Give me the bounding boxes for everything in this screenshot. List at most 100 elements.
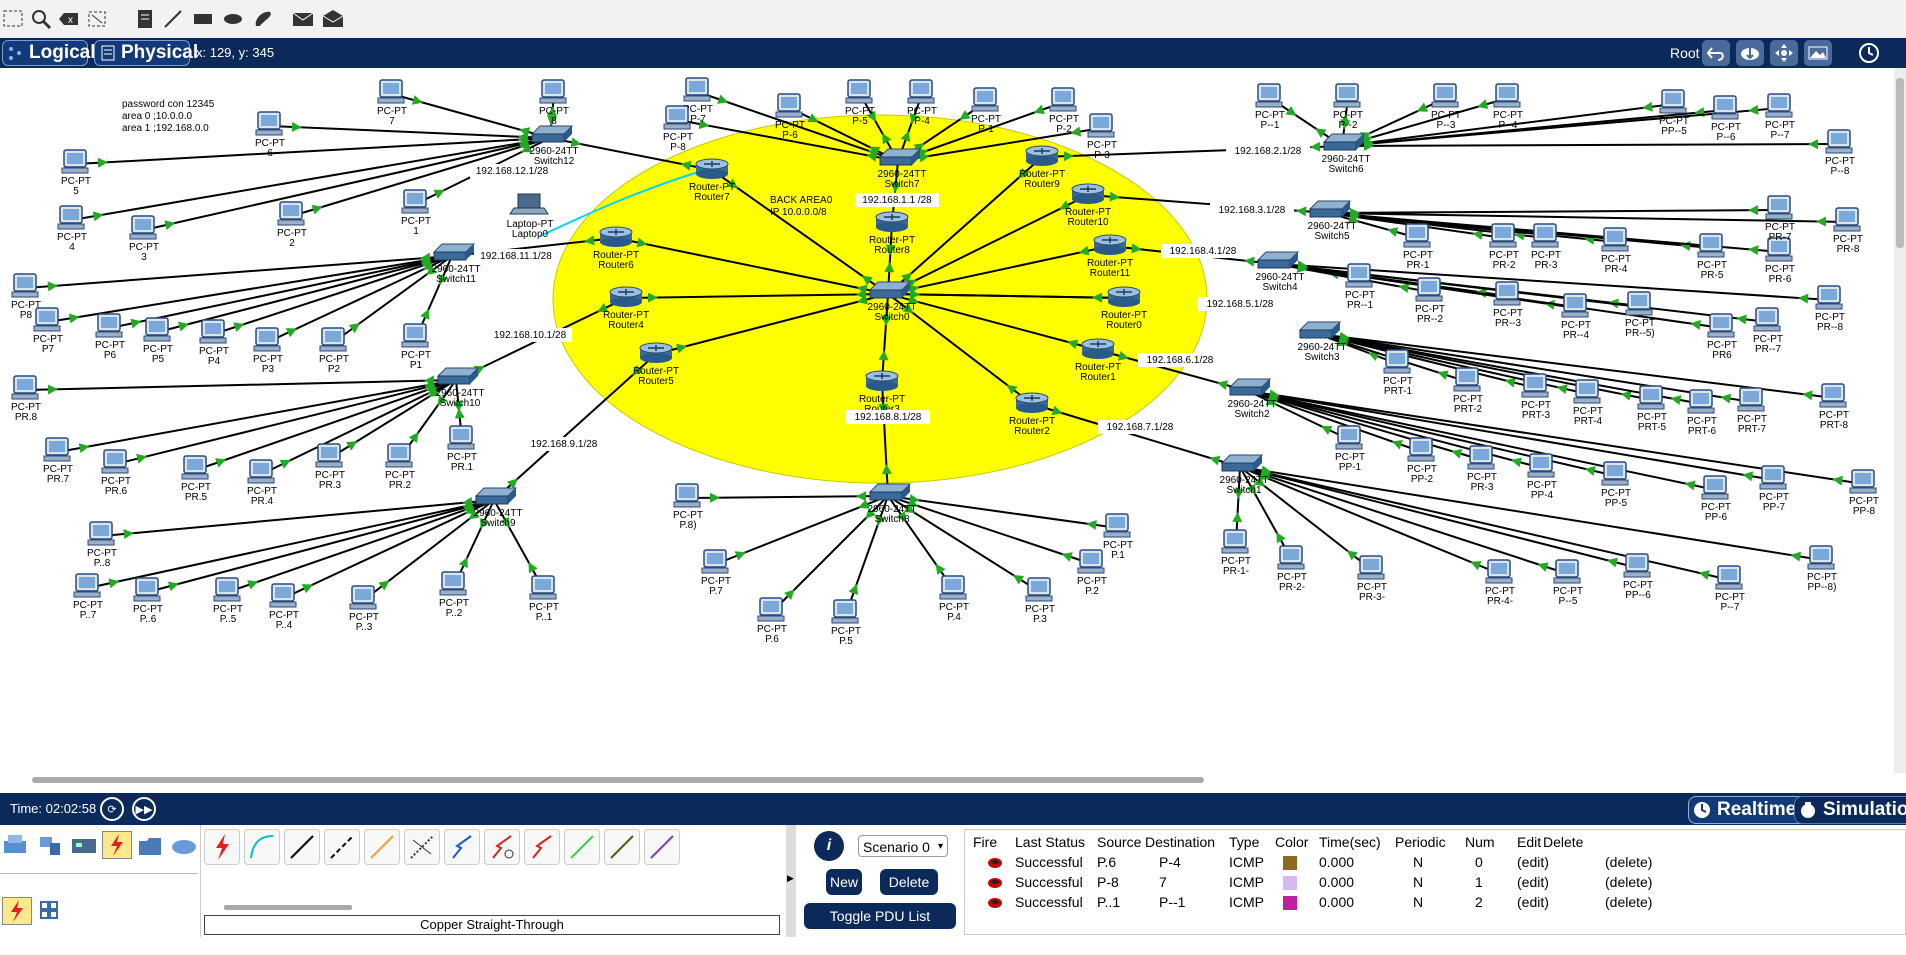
pc-s9-3[interactable]: PC-PTP..6 (133, 577, 163, 625)
pc-s5-7[interactable]: PC-PTPR-7 (1765, 195, 1795, 243)
pc-s2-8[interactable]: PC-PTPP-8 (1849, 469, 1879, 517)
pc-s12-2[interactable]: PC-PT8 (539, 79, 569, 127)
pc-s12-4[interactable]: PC-PT5 (61, 149, 91, 197)
pc-s3-4[interactable]: PC-PTPRT-4 (1573, 379, 1603, 427)
panel-splitter[interactable]: ▶ (786, 825, 796, 937)
pc-s12-8[interactable]: PC-PT1 (401, 189, 431, 237)
pc-s6-8[interactable]: PC-PTP--8 (1825, 129, 1855, 177)
pc-s9-8[interactable]: PC-PTP..1 (529, 575, 559, 623)
pc-s11-8[interactable]: PC-PTP1 (401, 323, 431, 371)
delete-scenario-button[interactable]: Delete (880, 869, 938, 895)
pc-s6-5[interactable]: PC-PTPP--5 (1659, 89, 1689, 137)
pc-s8-7[interactable]: PC-PTP.2 (1077, 549, 1107, 597)
pc-s2-4[interactable]: PC-PTPP-4 (1527, 453, 1557, 501)
fire-pdu-icon[interactable] (987, 856, 1003, 872)
pc-s6-6[interactable]: PC-PTP--6 (1711, 95, 1741, 143)
phone-cable-icon[interactable] (404, 829, 440, 865)
pc-s1-2[interactable]: PC-PTPR-2- (1277, 545, 1307, 593)
pc-s4-8[interactable]: PC-PTPR--8 (1815, 285, 1845, 333)
switch-switch5[interactable]: 2960-24TTSwitch5 (1308, 200, 1357, 242)
switch-switch2[interactable]: 2960-24TTSwitch2 (1228, 378, 1277, 420)
pc-s10-6[interactable]: PC-PTPR.3 (315, 443, 345, 491)
pc-s10-5[interactable]: PC-PTPR.4 (247, 459, 277, 507)
pc-s1-3[interactable]: PC-PTPR-3- (1357, 555, 1387, 603)
pc-s2-2[interactable]: PC-PTPP-2 (1407, 437, 1437, 485)
network-link[interactable] (1327, 209, 1781, 214)
octal-cable-icon[interactable] (564, 829, 600, 865)
cluster-icon[interactable] (1736, 40, 1764, 66)
pc-s5-5[interactable]: PC-PTPR-5 (1697, 233, 1727, 281)
add-simple-pdu-icon[interactable] (290, 6, 316, 32)
pc-s7-7[interactable]: PC-PTP-2 (1049, 87, 1079, 135)
network-link[interactable] (25, 379, 457, 391)
pc-s8-2[interactable]: PC-PTP.7 (701, 549, 731, 597)
pdu-cell-edit[interactable]: (edit) (1517, 874, 1549, 890)
pc-s10-4[interactable]: PC-PTPR.5 (181, 455, 211, 503)
network-link[interactable] (887, 495, 1093, 565)
select-icon[interactable] (0, 6, 26, 32)
pdu-cell-delete[interactable]: (delete) (1605, 874, 1652, 890)
pc-s5-8[interactable]: PC-PTPR-8 (1833, 207, 1863, 255)
iot-custom-cable-icon[interactable] (604, 829, 640, 865)
pc-s5-6[interactable]: PC-PTPR-6 (1765, 237, 1795, 285)
switch-switch8[interactable]: 2960-24TTSwitch8 (868, 483, 917, 525)
pc-s4-2[interactable]: PC-PTPR--2 (1415, 277, 1445, 325)
pc-s3-7[interactable]: PC-PTPRT-7 (1737, 387, 1767, 435)
pc-s2-7[interactable]: PC-PTPP-7 (1759, 465, 1789, 513)
pc-s3-3[interactable]: PC-PTPRT-3 (1521, 373, 1551, 421)
pc-s4-3[interactable]: PC-PTPR--3 (1493, 281, 1523, 329)
tab-physical[interactable]: Physical (94, 40, 198, 66)
coaxial-cable-icon[interactable] (444, 829, 480, 865)
tab-logical[interactable]: Logical (2, 40, 96, 66)
pc-s8-8[interactable]: PC-PTP.1 (1103, 513, 1133, 561)
pc-s2-1[interactable]: PC-PTPP-1 (1335, 425, 1365, 473)
logical-workspace[interactable]: PC-PT 7 PC-PT 8 PC-PT 6 PC-PT 5 PC-PT 4 PC-PT 3 PC-P… (0, 68, 1906, 773)
pc-s4-7[interactable]: PC-PTPR--7 (1753, 307, 1783, 355)
pc-s12-5[interactable]: PC-PT4 (57, 205, 87, 253)
usb-cable-icon[interactable] (644, 829, 680, 865)
pc-s12-7[interactable]: PC-PT2 (277, 201, 307, 249)
pc-s11-2[interactable]: PC-PTP7 (33, 307, 63, 355)
new-scenario-button[interactable]: New (826, 869, 862, 895)
pc-s9-2[interactable]: PC-PTP..7 (73, 573, 103, 621)
connections-icon[interactable] (102, 831, 132, 859)
pc-s2-3[interactable]: PC-PTPR-3 (1467, 445, 1497, 493)
pdu-cell-edit[interactable]: (edit) (1517, 894, 1549, 910)
pc-s8-4[interactable]: PC-PTP.5 (831, 599, 861, 647)
pc-s1-6[interactable]: PC-PTPP--6 (1623, 553, 1653, 601)
pc-s12-6[interactable]: PC-PT3 (129, 215, 159, 263)
toggle-pdu-list-button[interactable]: Toggle PDU List Window (804, 903, 956, 950)
pc-s3-8[interactable]: PC-PTPRT-8 (1819, 383, 1849, 431)
pc-s11-5[interactable]: PC-PTP4 (199, 319, 229, 367)
pc-s3-2[interactable]: PC-PTPRT-2 (1453, 367, 1483, 415)
pc-s3-5[interactable]: PC-PTPRT-5 (1637, 385, 1667, 433)
pc-s1-7[interactable]: PC-PTP--7 (1715, 565, 1745, 613)
pc-s11-4[interactable]: PC-PTP5 (143, 317, 173, 365)
fiber-cable-icon[interactable] (364, 829, 400, 865)
info-icon[interactable]: i (814, 831, 844, 861)
network-link[interactable] (1341, 143, 1841, 147)
switch-switch3[interactable]: 2960-24TTSwitch3 (1298, 321, 1347, 363)
pc-s11-3[interactable]: PC-PTP6 (95, 313, 125, 361)
pc-s6-1[interactable]: PC-PTP--1 (1255, 83, 1285, 131)
simulation-mode-button[interactable]: Simulation (1794, 796, 1906, 824)
console-cable-icon[interactable] (244, 829, 280, 865)
switch-switch10[interactable]: 2960-24TTSwitch10 (436, 367, 485, 409)
pc-s4-4[interactable]: PC-PTPR--4 (1561, 293, 1591, 341)
horizontal-scrollbar[interactable] (32, 777, 1204, 783)
pc-s11-6[interactable]: PC-PTP3 (253, 327, 283, 375)
pdu-cell-delete[interactable]: (delete) (1605, 854, 1652, 870)
switch-switch6[interactable]: 2960-24TTSwitch6 (1322, 133, 1371, 175)
resize-icon[interactable] (84, 6, 110, 32)
pc-s6-7[interactable]: PC-PTP--7 (1765, 93, 1795, 141)
move-object-icon[interactable] (1770, 40, 1798, 66)
pc-s8-1[interactable]: PC-PTP.8) (673, 483, 703, 531)
inspect-icon[interactable] (28, 6, 54, 32)
pc-s5-1[interactable]: PC-PTPR-1 (1403, 223, 1433, 271)
pc-s7-2[interactable]: PC-PTP-8 (663, 105, 693, 153)
pc-s6-2[interactable]: PC-PTP--2 (1333, 83, 1363, 131)
grid-view-icon[interactable] (38, 899, 66, 925)
pc-s10-2[interactable]: PC-PTPR.7 (43, 437, 73, 485)
pc-s2-6[interactable]: PC-PTPP-6 (1701, 475, 1731, 523)
pc-s1-5[interactable]: PC-PTP--5 (1553, 559, 1583, 607)
